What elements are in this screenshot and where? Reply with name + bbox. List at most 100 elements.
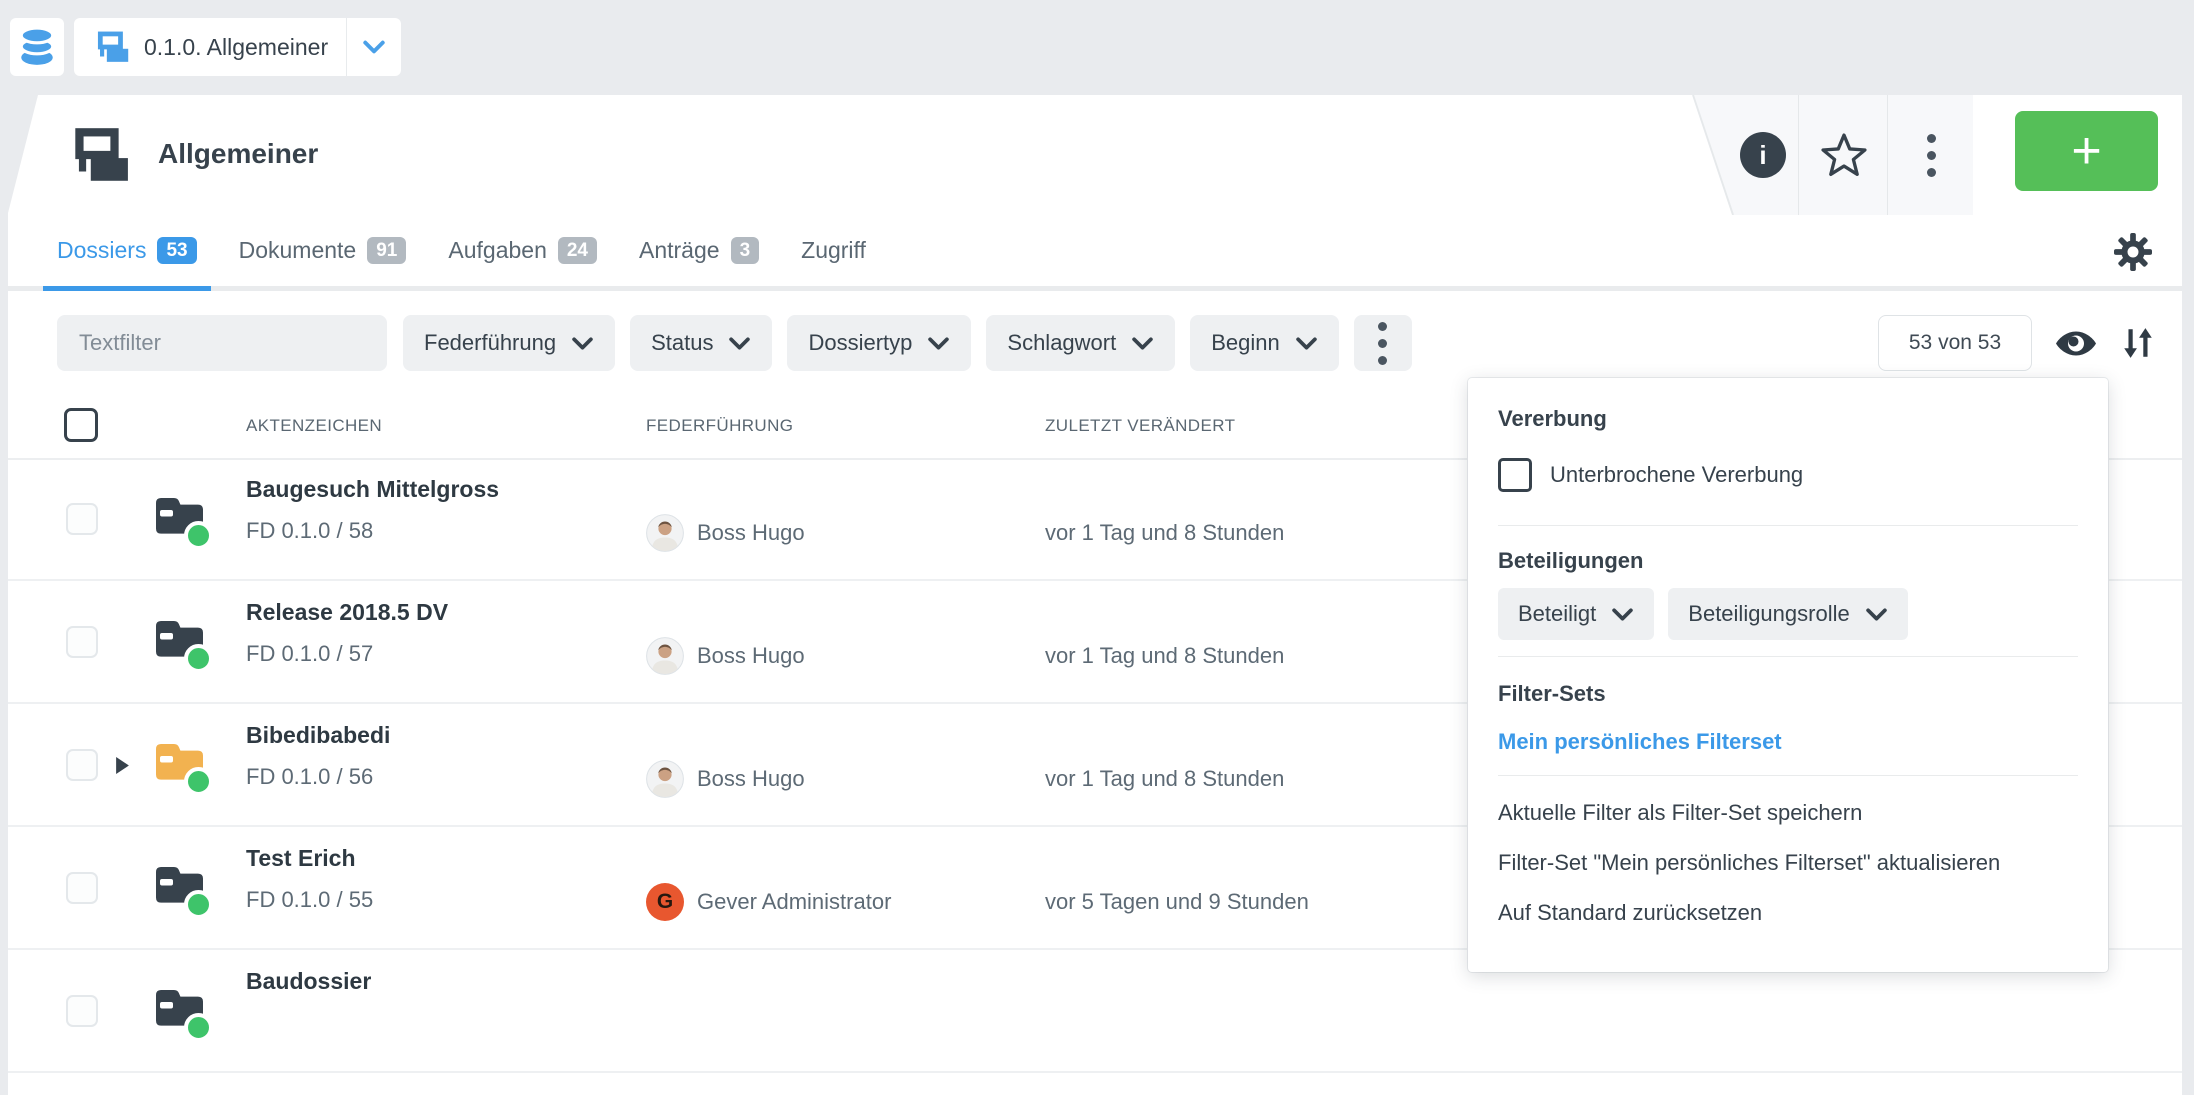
dossier-folder-icon [154,740,208,790]
dossier-title[interactable]: Test Erich [246,843,373,873]
database-icon [18,26,56,68]
filterset-action[interactable]: Filter-Set "Mein persönliches Filterset"… [1498,850,2078,876]
kebab-menu-icon [1378,322,1387,365]
breadcrumb-label: 0.1.0. Allgemeiner [144,34,328,61]
avatar [646,637,684,675]
dossier-title[interactable]: Baugesuch Mittelgross [246,474,499,504]
tab-count-badge: 91 [367,237,406,264]
filterset-action[interactable]: Auf Standard zurücksetzen [1498,900,2078,926]
dossier-folder-icon [154,617,208,667]
filter-dropdown-beginn[interactable]: Beginn [1190,315,1339,371]
expand-caret-icon[interactable] [116,757,129,774]
page-header: Allgemeiner i + [8,95,2182,215]
sort-button[interactable] [2122,325,2154,361]
filter-dropdown-status[interactable]: Status [630,315,772,371]
last-modified: vor 1 Tag und 8 Stunden [1045,766,1284,792]
filter-dropdown-dossiertyp[interactable]: Dossiertyp [787,315,971,371]
tab-dokumente[interactable]: Dokumente 91 [225,215,421,286]
dossier-folder-icon [154,494,208,544]
chevron-down-icon [1295,336,1318,351]
beteiligungsrolle-dropdown[interactable]: Beteiligungsrolle [1668,588,1907,640]
dossier-title[interactable]: Bibedibabedi [246,720,390,750]
filter-dropdown-federführung[interactable]: Federführung [403,315,615,371]
owner-name: Boss Hugo [697,643,805,669]
beteiligungen-heading: Beteiligungen [1498,548,2078,574]
row-checkbox[interactable] [66,749,98,781]
more-filters-button[interactable] [1354,315,1412,371]
text-filter-input[interactable] [57,315,387,371]
owner-name: Boss Hugo [697,766,805,792]
row-checkbox[interactable] [66,872,98,904]
tab-aufgaben[interactable]: Aufgaben 24 [434,215,611,286]
unterbrochene-vererbung-checkbox[interactable]: Unterbrochene Vererbung [1498,458,2078,492]
tab-zugriff[interactable]: Zugriff [787,215,880,286]
tab-anträge[interactable]: Anträge 3 [625,215,773,286]
divider [1498,775,2078,776]
last-modified: vor 5 Tagen und 9 Stunden [1045,889,1309,915]
top-bar: 0.1.0. Allgemeiner [0,0,2194,95]
tab-count-badge: 53 [157,237,196,264]
row-checkbox[interactable] [66,503,98,535]
dossier-reference: FD 0.1.0 / 58 [246,516,499,546]
dossier-folder-icon [154,863,208,913]
column-header-federfuehrung[interactable]: FEDERFÜHRUNG [646,416,793,436]
status-dot-icon [184,644,213,673]
row-checkbox[interactable] [66,626,98,658]
status-dot-icon [184,890,213,919]
filter-settings-panel: Vererbung Unterbrochene Vererbung Beteil… [1468,378,2108,972]
select-all-checkbox[interactable] [64,408,98,442]
owner-name: Boss Hugo [697,520,805,546]
visibility-button[interactable] [2056,329,2096,358]
status-dot-icon [184,521,213,550]
dossier-reference: FD 0.1.0 / 57 [246,639,448,669]
avatar [646,514,684,552]
result-count: 53 von 53 [1878,315,2032,371]
header-action-strip: i [1692,95,1973,215]
filter-dropdown-schlagwort[interactable]: Schlagwort [986,315,1175,371]
dossier-title[interactable]: Baudossier [246,966,371,996]
tab-count-badge: 3 [731,237,760,264]
star-icon [1821,132,1867,178]
row-checkbox[interactable] [66,995,98,1027]
sort-arrows-icon [2122,325,2154,361]
tabs: Dossiers 53 Dokumente 91 Aufgaben 24 Ant… [43,215,2182,286]
favorite-button[interactable] [1801,95,1887,215]
avatar [646,760,684,798]
filterset-action[interactable]: Aktuelle Filter als Filter-Set speichern [1498,800,2078,826]
gear-icon [2114,233,2152,271]
owner-name: Gever Administrator [697,889,891,915]
repository-root-button[interactable] [10,18,64,76]
info-button[interactable]: i [1720,95,1806,215]
info-icon: i [1740,132,1786,178]
filter-sets-heading: Filter-Sets [1498,681,2078,707]
beteiligt-dropdown[interactable]: Beteiligt [1498,588,1654,640]
dossier-folder-icon [154,986,208,1036]
chevron-down-icon [362,39,386,55]
repository-folder-icon [65,128,131,182]
add-button[interactable]: + [2015,111,2158,191]
chevron-down-icon [1865,607,1888,622]
personal-filterset-link[interactable]: Mein persönliches Filterset [1498,729,2078,755]
checkbox-icon [1498,458,1532,492]
settings-button[interactable] [2114,233,2152,271]
vererbung-heading: Vererbung [1498,406,2078,432]
last-modified: vor 1 Tag und 8 Stunden [1045,643,1284,669]
chevron-down-icon [927,336,950,351]
chevron-down-icon [1131,336,1154,351]
breadcrumb-dropdown-button[interactable] [347,18,401,76]
more-actions-button[interactable] [1888,95,1974,215]
chevron-down-icon [728,336,751,351]
column-header-aktenzeichen[interactable]: AKTENZEICHEN [246,416,382,436]
filterset-actions: Aktuelle Filter als Filter-Set speichern… [1498,800,2078,926]
tabs-row: Dossiers 53 Dokumente 91 Aufgaben 24 Ant… [8,215,2182,291]
breadcrumb[interactable]: 0.1.0. Allgemeiner [74,18,401,76]
dossier-reference: FD 0.1.0 / 56 [246,762,390,792]
divider [1498,656,2078,657]
tab-dossiers[interactable]: Dossiers 53 [43,215,211,286]
avatar-initial: G [646,883,684,921]
eye-icon [2056,329,2096,358]
chevron-down-icon [571,336,594,351]
tab-count-badge: 24 [558,237,597,264]
dossier-title[interactable]: Release 2018.5 DV [246,597,448,627]
column-header-zuletzt-veraendert[interactable]: ZULETZT VERÄNDERT [1045,416,1235,436]
